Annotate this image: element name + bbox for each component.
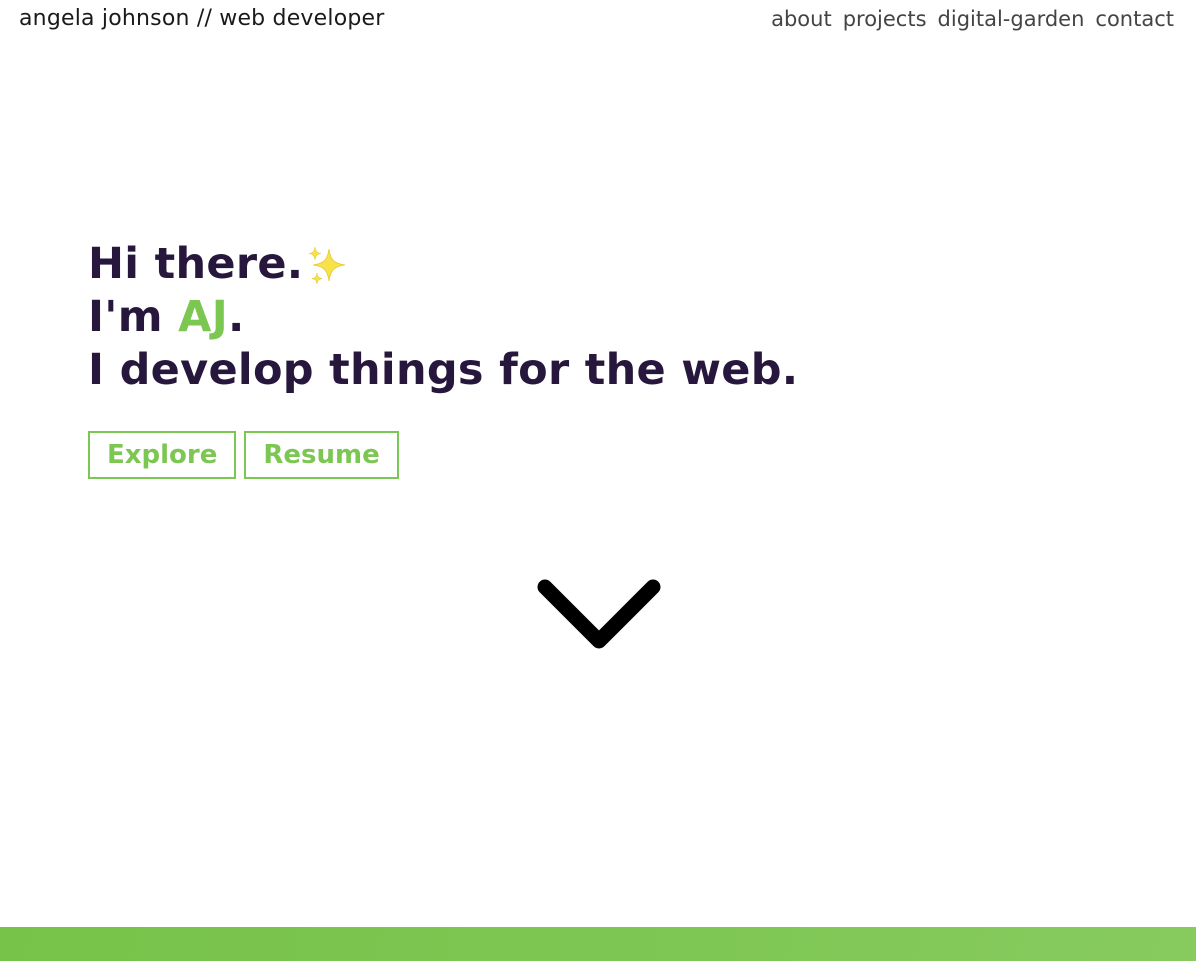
top-bar: angela johnson // web developer about pr… bbox=[0, 0, 1196, 44]
nav-link-contact[interactable]: contact bbox=[1095, 7, 1174, 31]
hero-tagline: I develop things for the web. bbox=[88, 345, 799, 395]
nav-link-digital-garden[interactable]: digital-garden bbox=[938, 7, 1085, 31]
chevron-down-icon[interactable] bbox=[535, 576, 663, 658]
page: angela johnson // web developer about pr… bbox=[0, 0, 1196, 961]
hero-greeting-text: Hi there. bbox=[88, 239, 304, 289]
hero-intro: I'm AJ. bbox=[88, 291, 988, 344]
sparkles-icon bbox=[305, 245, 349, 289]
footer-accent-bar bbox=[0, 927, 1196, 961]
resume-button[interactable]: Resume bbox=[244, 431, 399, 479]
main-nav: about projects digital-garden contact bbox=[771, 7, 1174, 31]
hero-intro-prefix: I'm bbox=[88, 292, 179, 342]
hero-section: Hi there. I'm AJ. I develop things for t… bbox=[88, 238, 988, 397]
explore-button[interactable]: Explore bbox=[88, 431, 237, 479]
hero-name: AJ bbox=[178, 292, 229, 342]
hero-greeting: Hi there. bbox=[88, 238, 988, 291]
site-title-link[interactable]: angela johnson // web developer bbox=[19, 6, 385, 31]
hero-intro-suffix: . bbox=[228, 292, 245, 342]
nav-link-projects[interactable]: projects bbox=[843, 7, 927, 31]
hero-buttons: Explore Resume bbox=[88, 431, 399, 479]
nav-link-about[interactable]: about bbox=[771, 7, 832, 31]
